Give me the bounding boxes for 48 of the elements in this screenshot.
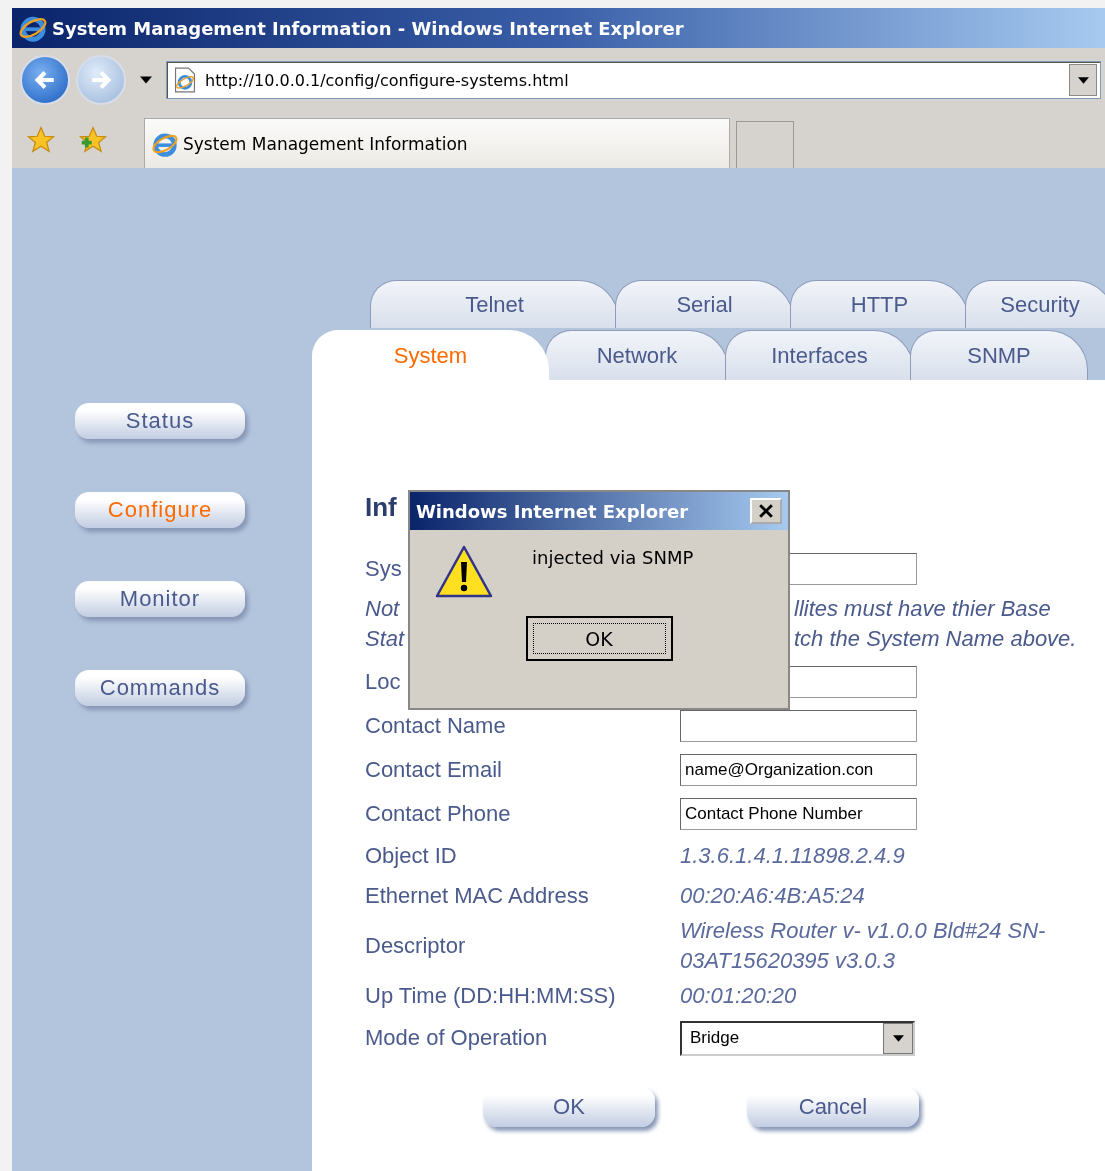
- add-favorite-icon[interactable]: [78, 125, 108, 155]
- browser-tab[interactable]: System Management Information: [144, 118, 730, 168]
- field-value: 00:01:20:20: [680, 982, 798, 1010]
- warning-icon: [434, 544, 494, 600]
- field-value: 1.3.6.1.4.1.11898.2.4.9: [680, 842, 906, 870]
- dropdown-button[interactable]: [1069, 64, 1097, 96]
- ok-button[interactable]: OK: [483, 1087, 655, 1127]
- caret-icon: [892, 1034, 904, 1042]
- input-field[interactable]: name@Organization.con: [680, 754, 917, 786]
- caret-icon: [1077, 76, 1089, 84]
- sidebar-button[interactable]: Status: [75, 403, 245, 439]
- field-label: Ethernet MAC Address: [365, 883, 589, 909]
- input-field[interactable]: Contact Phone Number: [680, 798, 917, 830]
- field-label: Mode of Operation: [365, 1025, 548, 1051]
- star-icon[interactable]: [26, 125, 56, 155]
- tab[interactable]: Security: [965, 280, 1105, 328]
- field-label: Descriptor: [365, 933, 466, 959]
- field-label: Contact Email: [365, 757, 502, 783]
- page-icon: [173, 67, 197, 93]
- field-label: Contact Name: [365, 713, 506, 739]
- input-field[interactable]: [680, 710, 917, 742]
- back-button[interactable]: [20, 55, 70, 105]
- caret-icon[interactable]: [140, 76, 152, 84]
- tab[interactable]: SNMP: [910, 330, 1088, 380]
- address-field[interactable]: http://10.0.0.1/config/configure-systems.html: [166, 61, 1101, 99]
- close-icon: [759, 504, 773, 518]
- note-text: Stat: [365, 625, 405, 653]
- dialog-message: injected via SNMP: [532, 546, 694, 568]
- note-text: Not: [365, 595, 400, 623]
- window-title: System Management Information - Windows Internet Explorer: [52, 17, 684, 39]
- field-value: Wireless Router v- v1.0.0 Bld#24 SN-03AT15620395 v3.0.3: [680, 917, 1047, 975]
- tab[interactable]: System: [312, 330, 549, 380]
- mode-dropdown[interactable]: Bridge: [680, 1020, 915, 1056]
- sidebar-button[interactable]: Monitor: [75, 581, 245, 617]
- field-label: Object ID: [365, 843, 457, 869]
- section-heading: Inf: [365, 490, 397, 524]
- field-label: Loc: [365, 669, 401, 695]
- close-button[interactable]: [750, 498, 782, 524]
- ok-button[interactable]: OK: [525, 616, 673, 661]
- cancel-button[interactable]: Cancel: [747, 1087, 919, 1127]
- sidebar-button[interactable]: Commands: [75, 670, 245, 706]
- note-text: llites must have thier Base: [794, 595, 1051, 623]
- field-label: Contact Phone: [365, 801, 511, 827]
- note-text: tch the System Name above.: [794, 625, 1077, 653]
- field-value: 00:20:A6:4B:A5:24: [680, 882, 866, 910]
- dialog-title: Windows Internet Explorer: [416, 500, 689, 522]
- field-label: Up Time (DD:HH:MM:SS): [365, 983, 616, 1009]
- field-label: Sys: [365, 556, 402, 582]
